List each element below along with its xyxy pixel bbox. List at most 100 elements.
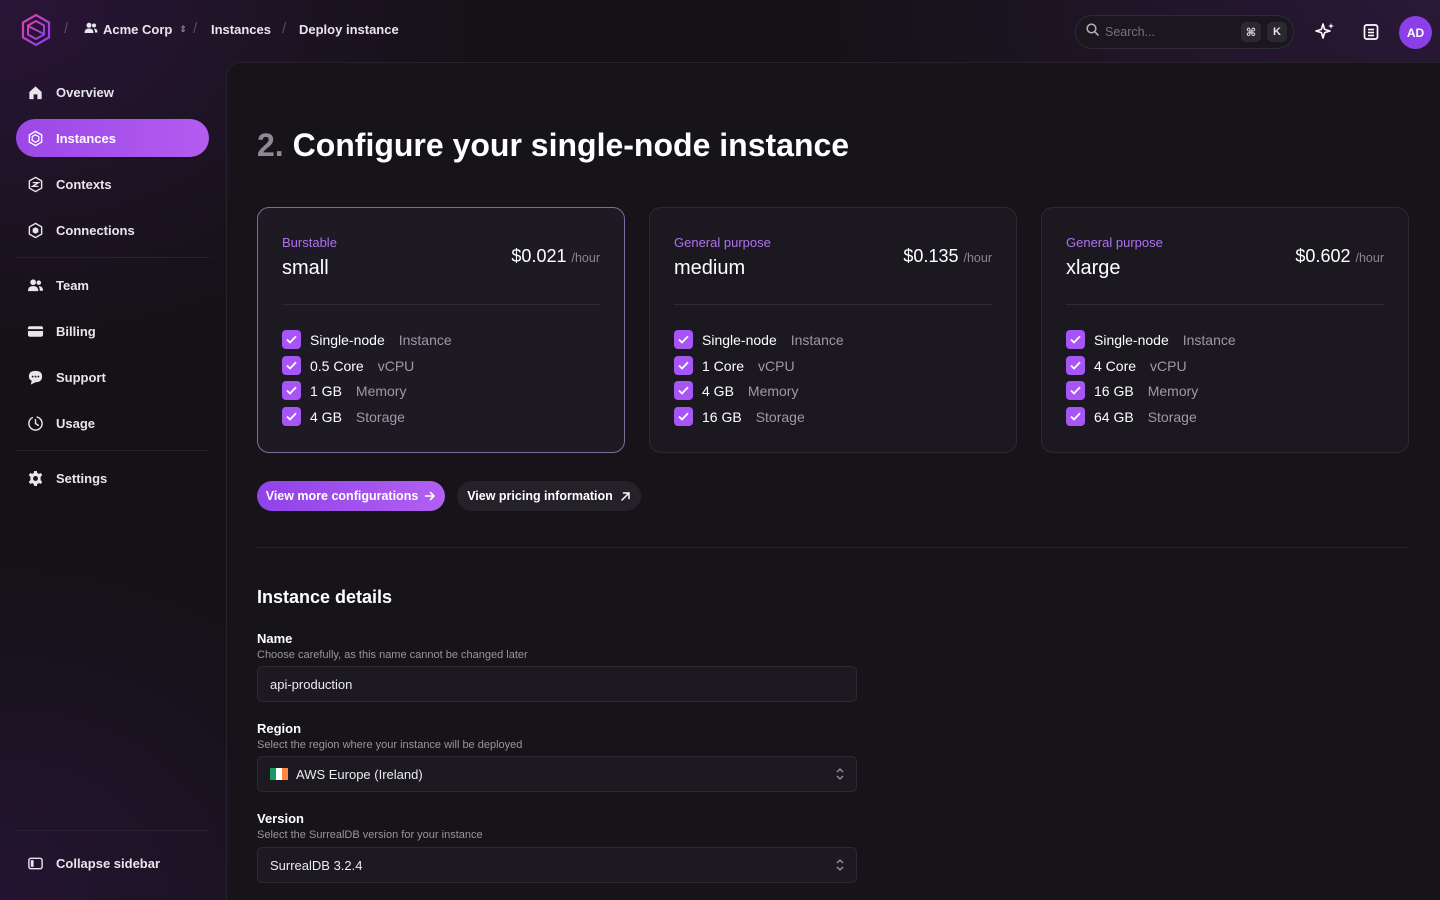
check-icon bbox=[674, 356, 693, 375]
view-pricing-information-button[interactable]: View pricing information bbox=[457, 481, 641, 511]
sidebar-item-settings[interactable]: Settings bbox=[16, 459, 209, 497]
arrow-right-icon bbox=[424, 491, 436, 501]
usage-icon bbox=[28, 415, 43, 431]
sidebar-panel-icon bbox=[28, 857, 43, 869]
region-select[interactable]: AWS Europe (Ireland) bbox=[257, 756, 857, 792]
top-bar: / Acme Corp ⇕ / Instances / Deploy insta… bbox=[0, 0, 1440, 62]
search-icon bbox=[1086, 23, 1099, 41]
home-icon bbox=[29, 85, 42, 99]
version-select[interactable]: SurrealDB 3.2.4 bbox=[257, 847, 857, 883]
version-value: SurrealDB 3.2.4 bbox=[270, 857, 363, 873]
config-card-xlarge[interactable]: General purpose xlarge $0.602 /hour Sing… bbox=[1041, 207, 1409, 453]
sparkles-icon[interactable] bbox=[1309, 16, 1341, 48]
page-title-text: Configure your single-node instance bbox=[292, 127, 850, 163]
feature-label: Instance bbox=[398, 331, 452, 348]
name-label: Name bbox=[257, 631, 293, 646]
sidebar-item-label: Settings bbox=[56, 470, 108, 486]
breadcrumb-separator: / bbox=[282, 20, 287, 37]
card-size: xlarge bbox=[1066, 257, 1121, 279]
sidebar-item-label: Instances bbox=[56, 130, 116, 146]
collapse-sidebar-button[interactable]: Collapse sidebar bbox=[16, 844, 209, 882]
check-icon bbox=[674, 381, 693, 400]
chevron-updown-icon: ⇕ bbox=[179, 24, 187, 34]
settings-icon bbox=[28, 470, 43, 486]
section-divider bbox=[257, 547, 1408, 548]
feature-value: Single-node bbox=[310, 331, 385, 348]
collapse-sidebar-label: Collapse sidebar bbox=[56, 855, 161, 871]
docs-icon[interactable] bbox=[1355, 16, 1387, 48]
sidebar-item-connections[interactable]: Connections bbox=[16, 211, 209, 249]
breadcrumb-instances[interactable]: Instances bbox=[211, 22, 271, 37]
version-help: Select the SurrealDB version for your in… bbox=[257, 829, 483, 841]
view-more-configurations-button[interactable]: View more configurations bbox=[257, 481, 445, 511]
connections-icon bbox=[28, 222, 43, 238]
card-divider bbox=[282, 304, 600, 305]
feature-label: vCPU bbox=[1150, 357, 1187, 374]
sidebar-item-support[interactable]: Support bbox=[16, 358, 209, 396]
region-value: AWS Europe (Ireland) bbox=[296, 766, 423, 782]
shortcut-k-key: K bbox=[1267, 22, 1287, 42]
feature-label: Memory bbox=[355, 382, 407, 399]
check-icon bbox=[282, 381, 301, 400]
sidebar-item-instances[interactable]: Instances bbox=[16, 119, 209, 157]
name-value: api-production bbox=[270, 676, 353, 692]
feature-row: Single-node Instance bbox=[282, 330, 452, 349]
sidebar-item-billing[interactable]: Billing bbox=[16, 312, 209, 350]
check-icon bbox=[1066, 330, 1085, 349]
feature-row: 64 GB Storage bbox=[1066, 407, 1197, 426]
sidebar-item-label: Billing bbox=[56, 323, 96, 339]
feature-row: 16 GB Memory bbox=[1066, 381, 1198, 400]
billing-icon bbox=[27, 325, 44, 337]
check-icon bbox=[282, 330, 301, 349]
chevron-updown-icon bbox=[836, 768, 844, 780]
logo-icon[interactable] bbox=[20, 13, 52, 47]
sidebar-item-team[interactable]: Team bbox=[16, 266, 209, 304]
check-icon bbox=[282, 356, 301, 375]
step-number: 2. bbox=[257, 127, 284, 163]
price-unit: /hour bbox=[1355, 251, 1385, 265]
feature-label: Memory bbox=[747, 382, 799, 399]
button-label: View pricing information bbox=[467, 489, 613, 503]
feature-label: Instance bbox=[1182, 331, 1236, 348]
feature-value: 0.5 Core bbox=[310, 357, 364, 374]
feature-row: 4 GB Memory bbox=[674, 381, 798, 400]
region-label: Region bbox=[257, 721, 302, 736]
feature-label: Instance bbox=[790, 331, 844, 348]
support-icon bbox=[28, 370, 43, 385]
feature-row: 4 Core vCPU bbox=[1066, 356, 1187, 375]
card-tier: General purpose bbox=[1066, 235, 1163, 250]
card-divider bbox=[1066, 304, 1384, 305]
sidebar-item-usage[interactable]: Usage bbox=[16, 404, 209, 442]
check-icon bbox=[674, 407, 693, 426]
sidebar-divider bbox=[16, 257, 209, 258]
feature-value: 16 GB bbox=[1094, 382, 1134, 399]
sidebar-item-label: Team bbox=[56, 277, 89, 293]
name-help: Choose carefully, as this name cannot be… bbox=[257, 649, 528, 661]
config-card-small[interactable]: Burstable small $0.021 /hour Single-node… bbox=[257, 207, 625, 453]
feature-row: Single-node Instance bbox=[674, 330, 844, 349]
check-icon bbox=[674, 330, 693, 349]
org-switcher[interactable]: Acme Corp ⇕ bbox=[84, 22, 187, 37]
sidebar-item-label: Overview bbox=[56, 84, 114, 100]
card-tier: Burstable bbox=[282, 235, 337, 250]
sidebar-divider bbox=[16, 450, 209, 451]
avatar[interactable]: AD bbox=[1399, 16, 1432, 49]
sidebar-item-overview[interactable]: Overview bbox=[16, 73, 209, 111]
search-input[interactable]: Search... ⌘ K bbox=[1075, 15, 1294, 49]
feature-label: Storage bbox=[755, 408, 805, 425]
feature-label: Storage bbox=[1147, 408, 1197, 425]
contexts-icon bbox=[28, 176, 43, 192]
instances-icon bbox=[28, 130, 43, 146]
sidebar-item-contexts[interactable]: Contexts bbox=[16, 165, 209, 203]
check-icon bbox=[1066, 407, 1085, 426]
shortcut-mod-key: ⌘ bbox=[1241, 22, 1261, 42]
sidebar-item-label: Usage bbox=[56, 415, 96, 431]
price-value: $0.021 bbox=[511, 246, 567, 266]
config-card-medium[interactable]: General purpose medium $0.135 /hour Sing… bbox=[649, 207, 1017, 453]
name-input[interactable]: api-production bbox=[257, 666, 857, 702]
feature-value: 64 GB bbox=[1094, 408, 1134, 425]
ireland-flag-icon bbox=[270, 768, 288, 780]
org-name: Acme Corp bbox=[103, 22, 173, 37]
feature-row: 0.5 Core vCPU bbox=[282, 356, 414, 375]
feature-row: 1 Core vCPU bbox=[674, 356, 795, 375]
